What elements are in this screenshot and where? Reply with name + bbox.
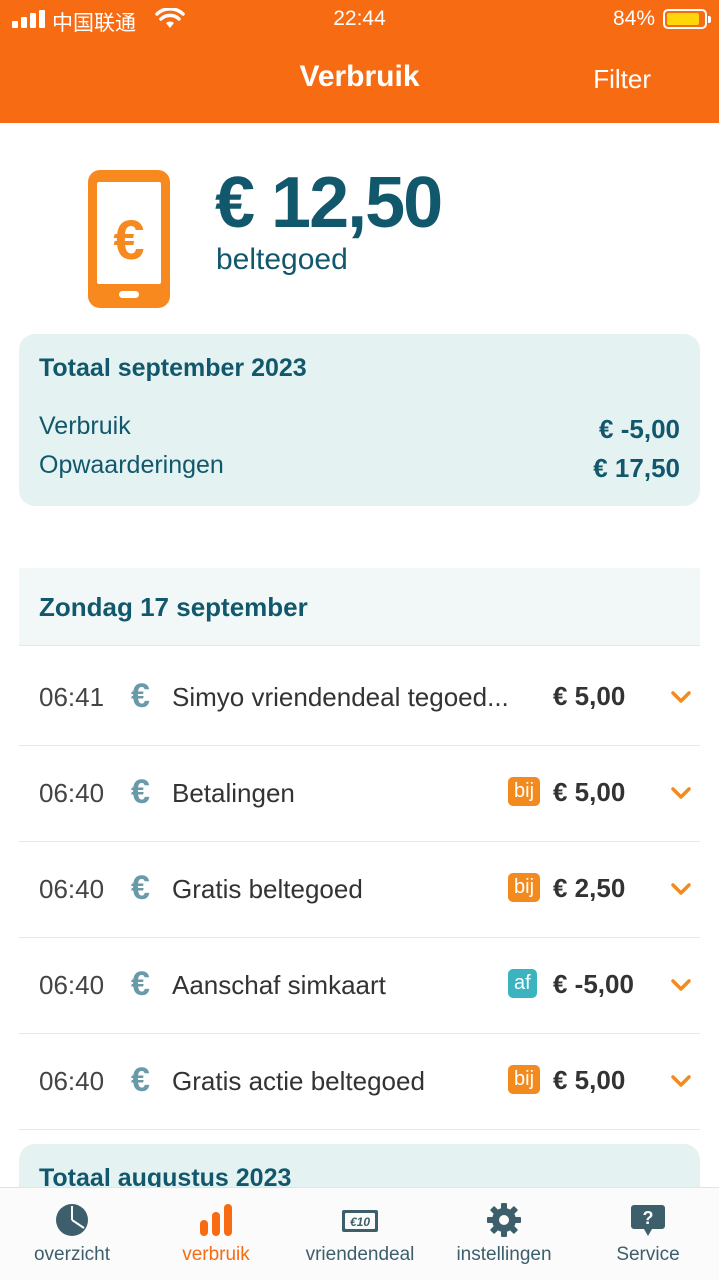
transaction-amount: € 5,00 bbox=[553, 681, 626, 711]
euro-icon: € bbox=[131, 965, 150, 1003]
usage-value: € -5,00 bbox=[599, 414, 680, 444]
day-header: Zondag 17 september bbox=[19, 568, 700, 646]
transaction-time: 06:40 bbox=[39, 778, 105, 808]
voucher-icon: €10 bbox=[342, 1210, 378, 1232]
svg-text:?: ? bbox=[643, 1208, 654, 1228]
transaction-row[interactable]: 06:40 € Aanschaf simkaart af € -5,00 bbox=[19, 938, 700, 1034]
balance-amount: € 12,50 bbox=[215, 163, 443, 243]
status-time: 22:44 bbox=[333, 7, 386, 30]
svg-text:€10: €10 bbox=[350, 1215, 370, 1229]
transaction-time: 06:41 bbox=[39, 682, 105, 712]
transaction-time: 06:40 bbox=[39, 1066, 105, 1096]
tab-service[interactable]: ? Service bbox=[576, 1188, 719, 1280]
filter-button[interactable]: Filter bbox=[593, 64, 651, 95]
tab-overzicht[interactable]: overzicht bbox=[0, 1188, 144, 1280]
chevron-down-icon[interactable] bbox=[670, 1070, 692, 1092]
month-total-title: Totaal september 2023 bbox=[39, 354, 307, 382]
tab-label: instellingen bbox=[456, 1244, 552, 1265]
help-bubble-icon: ? bbox=[631, 1205, 665, 1236]
transaction-time: 06:40 bbox=[39, 970, 105, 1000]
usage-label: Verbruik bbox=[39, 412, 131, 440]
transaction-row[interactable]: 06:40 € Gratis beltegoed bij € 2,50 bbox=[19, 842, 700, 938]
pie-chart-icon bbox=[56, 1204, 88, 1236]
transaction-row[interactable]: 06:41 € Simyo vriendendeal tegoed... € 5… bbox=[19, 650, 700, 746]
chevron-down-icon[interactable] bbox=[670, 974, 692, 996]
badge-af: af bbox=[508, 969, 537, 998]
tab-verbruik[interactable]: verbruik bbox=[144, 1188, 288, 1280]
balance-label: beltegoed bbox=[216, 243, 348, 276]
euro-icon: € bbox=[131, 869, 150, 907]
tab-label: Service bbox=[616, 1244, 680, 1265]
transaction-amount: € 5,00 bbox=[553, 1065, 626, 1095]
battery-icon bbox=[663, 9, 711, 29]
chevron-down-icon[interactable] bbox=[670, 782, 692, 804]
badge-bij: bij bbox=[508, 777, 541, 806]
badge-bij: bij bbox=[508, 1065, 541, 1094]
transaction-row[interactable]: 06:40 € Gratis actie beltegoed bij € 5,0… bbox=[19, 1034, 700, 1130]
day-title: Zondag 17 september bbox=[39, 592, 308, 622]
chevron-down-icon[interactable] bbox=[670, 686, 692, 708]
tab-label: vriendendeal bbox=[305, 1244, 415, 1265]
transaction-description: Aanschaf simkaart bbox=[172, 970, 386, 1000]
transaction-amount: € 2,50 bbox=[553, 873, 626, 903]
transaction-amount: € 5,00 bbox=[553, 777, 626, 807]
transaction-row[interactable]: 06:40 € Betalingen bij € 5,00 bbox=[19, 746, 700, 842]
transaction-description: Betalingen bbox=[172, 778, 295, 808]
app-header: 中国联通 22:44 84% Verbruik Filter bbox=[0, 0, 719, 123]
euro-icon: € bbox=[131, 677, 150, 715]
chevron-down-icon[interactable] bbox=[670, 878, 692, 900]
month-total-card: Totaal september 2023 Verbruik € -5,00 O… bbox=[19, 334, 700, 506]
transaction-time: 06:40 bbox=[39, 874, 105, 904]
svg-text:€: € bbox=[113, 208, 144, 271]
battery-percentage: 84% bbox=[612, 7, 655, 30]
topups-label: Opwaarderingen bbox=[39, 451, 224, 479]
tab-label: verbruik bbox=[182, 1244, 250, 1265]
phone-euro-icon: € bbox=[88, 170, 170, 308]
tab-bar: overzicht verbruik €10 vriendendeal inst… bbox=[0, 1187, 719, 1280]
tab-instellingen[interactable]: instellingen bbox=[432, 1188, 576, 1280]
euro-icon: € bbox=[131, 773, 150, 811]
tab-vriendendeal[interactable]: €10 vriendendeal bbox=[288, 1188, 432, 1280]
tab-label: overzicht bbox=[33, 1244, 111, 1265]
badge-bij: bij bbox=[508, 873, 541, 902]
transaction-description: Gratis beltegoed bbox=[172, 874, 363, 904]
transaction-description: Simyo vriendendeal tegoed... bbox=[172, 682, 509, 712]
topups-value: € 17,50 bbox=[593, 453, 680, 483]
gear-icon bbox=[487, 1203, 521, 1237]
status-bar: 中国联通 22:44 84% bbox=[0, 0, 719, 40]
bar-chart-icon bbox=[200, 1204, 232, 1236]
transaction-description: Gratis actie beltegoed bbox=[172, 1066, 425, 1096]
euro-icon: € bbox=[131, 1061, 150, 1099]
transaction-amount: € -5,00 bbox=[553, 969, 634, 999]
